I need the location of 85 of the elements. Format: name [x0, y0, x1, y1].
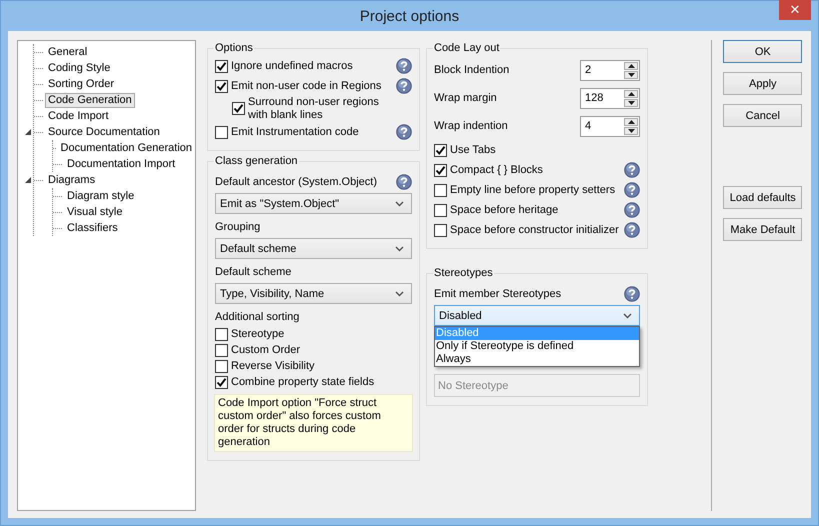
tree-item[interactable]: Code Import — [45, 108, 112, 124]
checkbox-label[interactable]: Emit Instrumentation code — [231, 126, 393, 138]
close-button[interactable]: ✕ — [779, 0, 811, 20]
field-label: Grouping — [215, 221, 262, 233]
help-icon[interactable] — [624, 162, 640, 178]
checkbox-label[interactable]: Ignore undefined macros — [231, 60, 393, 72]
tree-item[interactable]: General — [45, 44, 90, 60]
dialog-button[interactable]: Apply — [723, 72, 802, 95]
tree-item[interactable]: Code Generation — [45, 92, 135, 108]
checkbox-label[interactable]: Surround non-user regions with blank lines — [248, 96, 393, 122]
checkbox-label[interactable]: Space before heritage — [450, 204, 621, 216]
tree-item[interactable]: Documentation Import — [64, 156, 178, 172]
group-title: Stereotypes — [433, 267, 494, 279]
tree-item[interactable]: Diagram style — [64, 188, 138, 204]
help-icon[interactable] — [396, 58, 412, 74]
tree-item[interactable]: Classifiers — [64, 220, 121, 236]
checkbox[interactable] — [434, 224, 447, 236]
checkbox[interactable] — [434, 164, 447, 176]
group-title: Class generation — [214, 155, 299, 167]
caret-icon — [395, 246, 404, 252]
field-label: Block Indention — [434, 64, 510, 76]
window-title: Project options — [360, 8, 460, 24]
checkbox-label[interactable]: Space before constructor initializer — [450, 224, 621, 236]
dialog-button[interactable]: Cancel — [723, 104, 802, 127]
checkbox-label[interactable]: Combine property state fields — [231, 376, 374, 388]
spinner-icon[interactable] — [624, 90, 638, 106]
checkbox[interactable] — [434, 204, 447, 216]
checkbox-label[interactable]: Compact { } Blocks — [450, 164, 621, 176]
checkbox[interactable] — [215, 60, 228, 72]
dialog-button[interactable]: Make Default — [723, 218, 802, 241]
field-label: Default ancestor (System.Object) — [215, 176, 378, 188]
dropdown[interactable]: Disabled — [434, 305, 640, 326]
checkbox[interactable] — [215, 126, 228, 138]
tree-item[interactable]: Sorting Order — [45, 76, 118, 92]
checkbox-label[interactable]: Empty line before property setters — [450, 184, 621, 196]
checkbox-label[interactable]: Emit non-user code in Regions — [231, 80, 393, 92]
info-note: Code Import option "Force struct custom order" also forces custom order for structs during code generation — [214, 394, 413, 452]
tree-item[interactable]: Source Documentation — [45, 124, 163, 140]
field-label: Default scheme — [215, 266, 292, 278]
help-icon[interactable] — [624, 182, 640, 198]
dropdown[interactable]: Emit as "System.Object" — [215, 193, 412, 214]
checkbox-label[interactable]: Reverse Visibility — [231, 360, 315, 372]
dropdown-option[interactable]: Only if Stereotype is defined — [435, 340, 639, 353]
checkbox[interactable] — [215, 376, 228, 388]
dialog-button[interactable]: Load defaults — [723, 186, 802, 209]
checkbox[interactable] — [215, 328, 228, 340]
group-title: Options — [214, 42, 254, 54]
checkbox[interactable] — [434, 184, 447, 196]
help-icon[interactable] — [624, 202, 640, 218]
tree-item[interactable]: Documentation Generation — [58, 140, 195, 156]
expander-icon[interactable] — [25, 129, 31, 135]
section-label: Additional sorting — [215, 311, 300, 323]
caret-icon — [623, 312, 632, 318]
help-icon[interactable] — [396, 78, 412, 94]
spinner-icon[interactable] — [624, 118, 638, 134]
tree-item[interactable]: Visual style — [64, 204, 126, 220]
group-title: Code Lay out — [433, 42, 500, 54]
help-icon[interactable] — [624, 222, 640, 238]
checkbox[interactable] — [232, 102, 245, 115]
help-icon[interactable] — [624, 286, 640, 302]
number-field[interactable]: 128 — [580, 88, 640, 108]
checkbox[interactable] — [215, 360, 228, 372]
checkbox[interactable] — [215, 80, 228, 92]
dropdown[interactable]: Default scheme — [215, 238, 412, 259]
checkbox-label[interactable]: Stereotype — [231, 328, 284, 340]
caret-icon — [395, 290, 404, 296]
help-icon[interactable] — [396, 124, 412, 140]
expander-icon[interactable] — [25, 177, 31, 183]
number-field[interactable]: 4 — [580, 116, 640, 136]
number-field[interactable]: 2 — [580, 60, 640, 80]
caret-icon — [395, 200, 404, 206]
checkbox-label[interactable]: Custom Order — [231, 344, 300, 356]
field-label: Wrap margin — [434, 92, 498, 104]
dialog-button[interactable]: OK — [723, 40, 802, 63]
spinner-icon[interactable] — [624, 62, 638, 78]
field-label: Wrap indention — [434, 120, 509, 132]
checkbox-label[interactable]: Use Tabs — [450, 144, 621, 156]
checkbox[interactable] — [434, 144, 447, 156]
tree-item[interactable]: Diagrams — [45, 172, 98, 188]
field-label: Emit member Stereotypes — [434, 288, 562, 300]
tree-item[interactable]: Coding Style — [45, 60, 114, 76]
dropdown[interactable]: Type, Visibility, Name — [215, 283, 412, 304]
help-icon[interactable] — [396, 174, 412, 190]
dropdown-option[interactable]: Always — [435, 353, 639, 366]
checkbox[interactable] — [215, 344, 228, 356]
